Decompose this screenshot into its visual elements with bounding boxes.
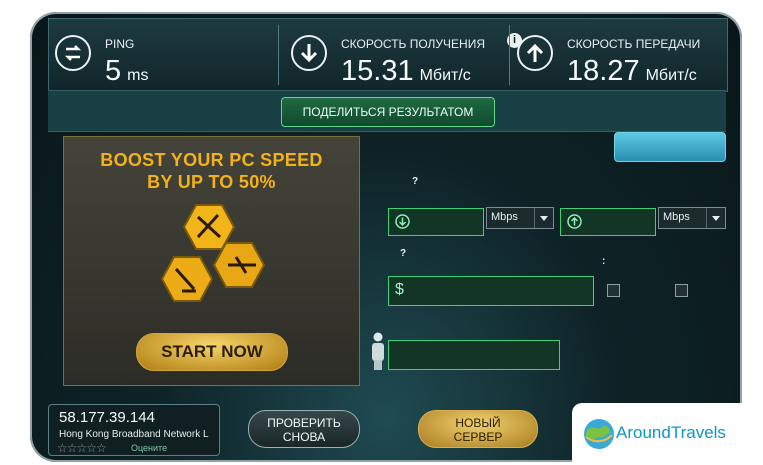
rate-label: Оцените	[131, 443, 168, 453]
ping-icon	[55, 35, 91, 71]
speedtest-window: PING 5 ms СКОРОСТЬ ПОЛУЧЕНИЯ 15.31 Мбит/с …	[30, 12, 742, 462]
divider	[509, 25, 510, 85]
download-number: 15.31	[341, 55, 414, 87]
chevron-down-icon	[706, 208, 725, 228]
download-label: СКОРОСТЬ ПОЛУЧЕНИЯ	[341, 37, 486, 51]
ad-headline: BOOST YOUR PC SPEED BY UP TO 50%	[64, 149, 359, 193]
retest-label-line-2: СНОВА	[282, 430, 326, 444]
new-server-label-line-1: НОВЫЙ	[455, 416, 501, 430]
upload-value: 18.27 Мбит/с	[567, 55, 697, 88]
option-checkbox[interactable]	[607, 284, 620, 297]
download-stat: СКОРОСТЬ ПОЛУЧЕНИЯ 15.31 Мбит/с	[285, 19, 510, 91]
globe-icon	[584, 419, 614, 449]
retest-label-line-1: ПРОВЕРИТЬ	[267, 416, 341, 430]
upload-field[interactable]	[560, 208, 656, 236]
currency-symbol: $	[395, 281, 404, 298]
download-unit-value: Mbps	[491, 211, 518, 223]
help-marker: ?	[412, 176, 419, 187]
ip-address: 58.177.39.144	[59, 409, 155, 426]
divider	[278, 25, 279, 85]
start-now-button[interactable]: START NOW	[136, 333, 288, 371]
help-marker: :	[602, 256, 606, 267]
download-field[interactable]	[388, 208, 484, 236]
upload-arrow-icon	[517, 35, 553, 71]
download-unit: Мбит/с	[419, 67, 471, 84]
panel-tab[interactable]	[614, 132, 726, 162]
upload-small-icon	[567, 214, 582, 229]
isp-name: Hong Kong Broadband Network L	[59, 429, 209, 440]
person-icon	[372, 332, 384, 370]
new-server-button[interactable]: НОВЫЙ СЕРВЕР	[418, 410, 538, 448]
hexagon-tools-icon	[160, 204, 266, 302]
upload-label: СКОРОСТЬ ПЕРЕДАЧИ	[567, 37, 701, 51]
ping-label: PING	[105, 37, 135, 51]
help-marker: ?	[400, 248, 407, 259]
ping-stat: PING 5 ms	[49, 19, 274, 91]
download-value: 15.31 Мбит/с	[341, 55, 471, 88]
ping-value: 5 ms	[105, 55, 148, 88]
ad-banner[interactable]: BOOST YOUR PC SPEED BY UP TO 50% START N…	[63, 136, 360, 386]
retest-button[interactable]: ПРОВЕРИТЬ СНОВА	[248, 410, 360, 448]
server-info: 58.177.39.144 Hong Kong Broadband Networ…	[48, 404, 220, 456]
download-small-icon	[395, 214, 410, 229]
price-field[interactable]: $	[388, 276, 594, 306]
ad-headline-line-2: BY UP TO 50%	[147, 172, 276, 192]
upload-unit: Мбит/с	[645, 67, 697, 84]
upload-unit-value: Mbps	[663, 211, 690, 223]
upload-number: 18.27	[567, 55, 640, 87]
ad-headline-line-1: BOOST YOUR PC SPEED	[100, 150, 323, 170]
comment-field[interactable]	[388, 340, 560, 370]
new-server-label-line-2: СЕРВЕР	[453, 430, 503, 444]
option-checkbox[interactable]	[675, 284, 688, 297]
ping-unit: ms	[127, 67, 149, 84]
upload-unit-select[interactable]: Mbps	[658, 207, 726, 229]
watermark-text: AroundTravels	[616, 423, 726, 442]
watermark-logo: AroundTravels	[572, 403, 758, 465]
ping-number: 5	[105, 55, 122, 87]
share-results-button[interactable]: ПОДЕЛИТЬСЯ РЕЗУЛЬТАТОМ	[281, 97, 495, 127]
chevron-down-icon	[534, 208, 553, 228]
download-unit-select[interactable]: Mbps	[486, 207, 554, 229]
share-bar: ПОДЕЛИТЬСЯ РЕЗУЛЬТАТОМ	[48, 90, 726, 132]
rating-stars[interactable]: ☆☆☆☆☆	[57, 441, 107, 455]
results-bar: PING 5 ms СКОРОСТЬ ПОЛУЧЕНИЯ 15.31 Мбит/с …	[48, 18, 728, 92]
download-arrow-icon	[291, 35, 327, 71]
upload-stat: СКОРОСТЬ ПЕРЕДАЧИ 18.27 Мбит/с	[511, 19, 726, 91]
